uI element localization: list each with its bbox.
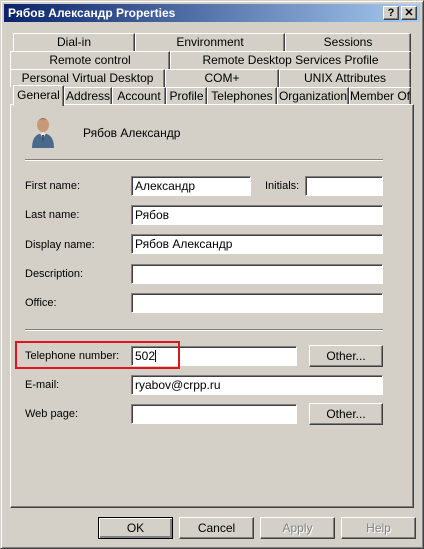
display-name-field[interactable]: Рябов Александр [131,234,383,254]
telephone-other-button[interactable]: Other... [309,345,383,367]
webpage-other-button[interactable]: Other... [309,403,383,425]
first-name-field[interactable]: Александр [131,176,251,196]
first-name-label: First name: [25,180,81,192]
tab-dial-in[interactable]: Dial-in [13,33,135,51]
tab-telephones[interactable]: Telephones [207,87,277,105]
webpage-label: Web page: [25,408,79,420]
tab-remote-control[interactable]: Remote control [10,51,170,69]
help-title-button[interactable]: ? [383,6,399,20]
initials-field[interactable] [305,176,383,196]
separator-middle [25,329,383,331]
last-name-field[interactable]: Рябов [131,205,383,225]
tab-general[interactable]: General [13,85,64,106]
tab-address[interactable]: Address [64,87,112,105]
close-title-button[interactable]: ✕ [401,6,417,20]
tab-member-of[interactable]: Member Of [349,87,411,105]
tab-row-4: General Address Account Profile Telephon… [10,85,414,106]
initials-label: Initials: [265,180,300,192]
office-label: Office: [25,297,57,309]
description-field[interactable] [131,264,383,284]
tab-row-2: Remote control Remote Desktop Services P… [10,51,414,69]
tab-remote-desktop-services-profile[interactable]: Remote Desktop Services Profile [170,51,411,69]
tab-row-3: Personal Virtual Desktop COM+ UNIX Attri… [10,69,414,87]
general-tab-panel: Рябов Александр First name: Александр In… [10,104,414,508]
office-field[interactable] [131,293,383,313]
ok-button[interactable]: OK [98,517,173,539]
apply-button[interactable]: Apply [260,517,335,539]
telephone-highlight-box [15,341,180,369]
title-bar[interactable]: Рябов Александр Properties ? ✕ [4,4,420,22]
last-name-label: Last name: [25,209,80,221]
cancel-button[interactable]: Cancel [179,517,254,539]
separator-top [25,159,383,161]
tab-profile[interactable]: Profile [166,87,207,105]
user-icon [32,118,54,148]
tab-row-1: Dial-in Environment Sessions [10,33,414,51]
webpage-field[interactable] [131,404,297,424]
tab-com-plus[interactable]: COM+ [165,69,279,87]
help-button[interactable]: Help [341,517,416,539]
email-label: E-mail: [25,379,60,391]
email-field[interactable]: ryabov@crpp.ru [131,375,383,395]
description-label: Description: [25,268,84,280]
header-display-name: Рябов Александр [83,126,181,140]
tab-organization[interactable]: Organization [277,87,349,105]
display-name-label: Display name: [25,239,95,251]
tab-unix-attributes[interactable]: UNIX Attributes [279,69,411,87]
tab-environment[interactable]: Environment [135,33,285,51]
properties-dialog: Рябов Александр Properties ? ✕ Dial-in E… [0,0,424,549]
tab-account[interactable]: Account [112,87,166,105]
tab-sessions[interactable]: Sessions [285,33,411,51]
window-title: Рябов Александр Properties [8,6,176,20]
